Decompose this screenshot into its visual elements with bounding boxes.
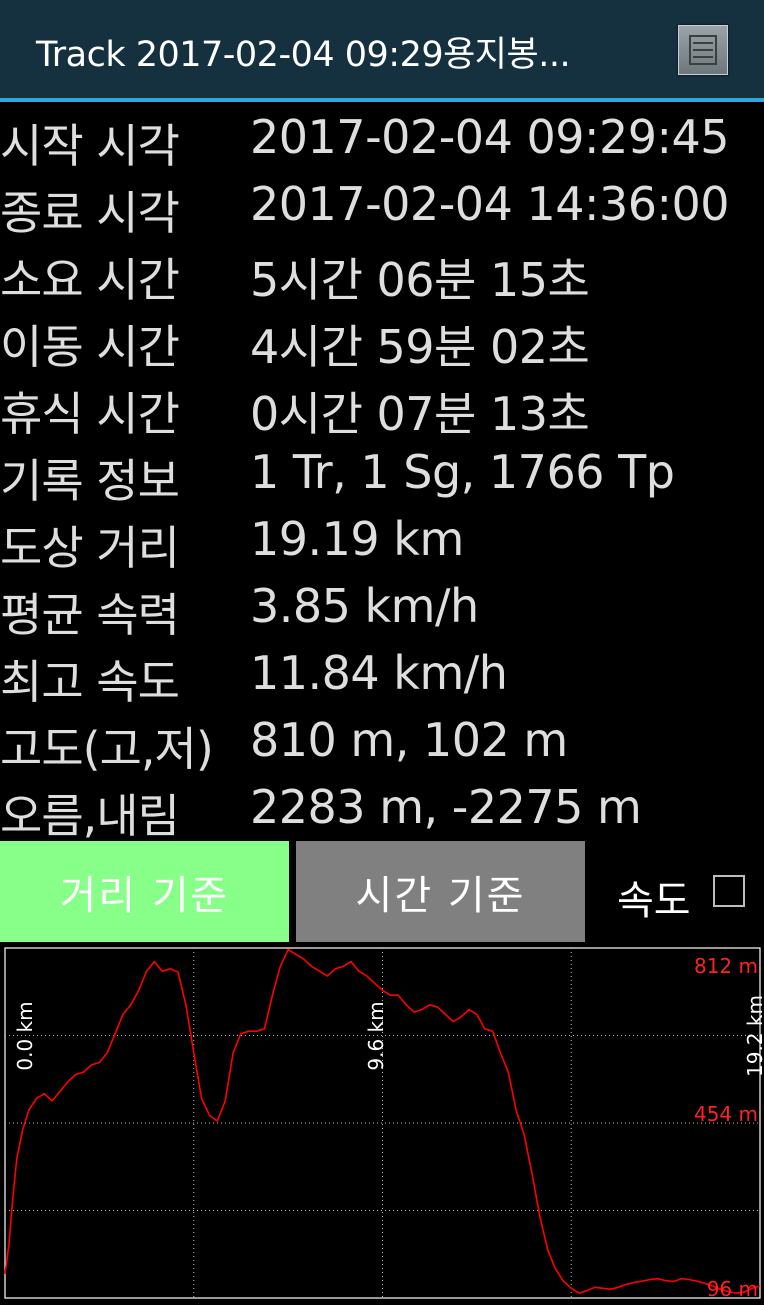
info-label: 도상 거리 <box>0 521 180 575</box>
info-row-rest-time: 휴식 시간 0시간 07분 13초 <box>0 372 764 441</box>
info-value: 0시간 07분 13초 <box>250 387 590 441</box>
info-row-max-speed: 최고 속도 11.84 km/h <box>0 640 764 709</box>
x-tick-label: 0.0 km <box>13 1001 37 1070</box>
info-label: 고도(고,저) <box>0 722 214 776</box>
elevation-profile-chart: 0.0 km 9.6 km 19.2 km 812 m 454 m 96 m <box>4 947 764 1301</box>
distance-basis-button[interactable]: 거리 기준 <box>0 841 289 942</box>
info-row-ascent-descent: 오름,내림 2283 m, -2275 m <box>0 774 764 843</box>
info-label: 평균 속력 <box>0 588 180 642</box>
title-bar: Track 2017-02-04 09:29용지봉... <box>0 0 764 102</box>
info-row-average-speed: 평균 속력 3.85 km/h <box>0 573 764 642</box>
info-value: 19.19 km <box>250 512 464 566</box>
info-row-start-time: 시작 시각 2017-02-04 09:29:45 <box>0 104 764 173</box>
info-label: 최고 속도 <box>0 655 180 709</box>
info-label: 이동 시간 <box>0 320 180 374</box>
track-title: Track 2017-02-04 09:29용지봉... <box>36 35 571 75</box>
info-label: 소요 시간 <box>0 253 180 307</box>
info-value: 1 Tr, 1 Sg, 1766 Tp <box>250 445 675 499</box>
info-row-record-info: 기록 정보 1 Tr, 1 Sg, 1766 Tp <box>0 439 764 508</box>
info-row-map-distance: 도상 거리 19.19 km <box>0 506 764 575</box>
info-label: 오름,내림 <box>0 789 180 843</box>
list-menu-icon <box>689 35 717 65</box>
y-tick-label: 96 m <box>707 1277 758 1301</box>
speed-checkbox-label[interactable]: 속도 <box>617 868 691 926</box>
info-label: 휴식 시간 <box>0 387 180 441</box>
info-row-total-duration: 소요 시간 5시간 06분 15초 <box>0 238 764 307</box>
x-tick-label: 19.2 km <box>743 995 764 1077</box>
menu-button[interactable] <box>678 25 728 75</box>
info-label: 종료 시각 <box>0 186 180 240</box>
x-tick-label: 9.6 km <box>364 1001 388 1070</box>
elevation-series-line <box>4 948 761 1294</box>
info-label: 기록 정보 <box>0 454 180 508</box>
info-row-altitude: 고도(고,저) 810 m, 102 m <box>0 707 764 776</box>
info-row-moving-time: 이동 시간 4시간 59분 02초 <box>0 305 764 374</box>
info-value: 2017-02-04 09:29:45 <box>250 110 730 164</box>
info-value: 3.85 km/h <box>250 579 479 633</box>
info-value: 2017-02-04 14:36:00 <box>250 177 730 231</box>
y-tick-label: 454 m <box>694 1102 758 1126</box>
info-value: 11.84 km/h <box>250 646 508 700</box>
info-value: 810 m, 102 m <box>250 713 568 767</box>
info-value: 5시간 06분 15초 <box>250 253 590 307</box>
info-value: 4시간 59분 02초 <box>250 320 590 374</box>
info-label: 시작 시각 <box>0 119 180 173</box>
speed-checkbox[interactable] <box>713 875 745 907</box>
y-tick-label: 812 m <box>694 954 758 978</box>
time-basis-button[interactable]: 시간 기준 <box>296 841 585 942</box>
info-value: 2283 m, -2275 m <box>250 780 642 834</box>
info-row-end-time: 종료 시각 2017-02-04 14:36:00 <box>0 171 764 240</box>
